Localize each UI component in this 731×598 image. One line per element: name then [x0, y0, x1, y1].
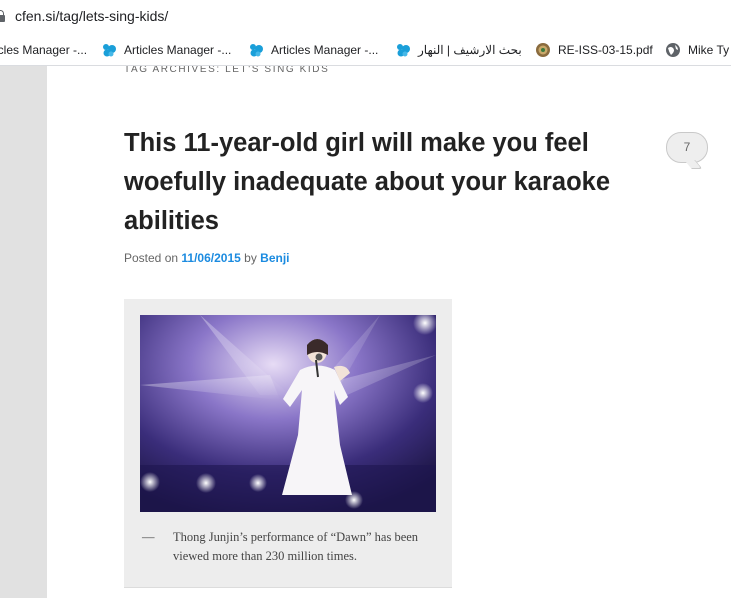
bookmark-label: Mike Ty [688, 43, 730, 57]
globe-icon [666, 43, 680, 57]
comments-count-bubble[interactable]: 7 [666, 132, 708, 163]
bookmark-label: icles Manager -... [0, 43, 88, 57]
comments-count[interactable]: 7 [684, 140, 691, 154]
bookmark-item-annahar-archive[interactable]: بحث الارشيف | النهار [395, 41, 522, 59]
caption-text: Thong Junjin’s performance of “Dawn” has… [173, 530, 419, 563]
cloud-bird-icon [250, 44, 263, 57]
seal-icon [536, 43, 550, 57]
by-label: by [244, 251, 257, 265]
bookmark-label: RE-ISS-03-15.pdf [558, 43, 653, 57]
bookmark-item-articles-manager-2[interactable]: Articles Manager -... [101, 41, 231, 59]
photo-caption: — Thong Junjin’s performance of “Dawn” h… [142, 528, 442, 566]
post-title[interactable]: This 11-year-old girl will make you feel… [124, 124, 644, 241]
blog-page: TAG ARCHIVES: LET'S SING KIDS This 11-ye… [47, 66, 731, 598]
cloud-bird-icon [397, 44, 410, 57]
post-figure: — Thong Junjin’s performance of “Dawn” h… [124, 299, 452, 588]
bookmark-item-mike-ty[interactable]: Mike Ty [665, 41, 729, 59]
post-photo[interactable] [140, 315, 436, 512]
post-meta: Posted on 11/06/2015 by Benji [124, 251, 290, 265]
bookmark-label: Articles Manager -... [271, 43, 379, 57]
bookmarks-bar: icles Manager -... Articles Manager -...… [0, 35, 731, 66]
bookmark-label: بحث الارشيف | النهار [418, 43, 522, 57]
bookmark-item-pdf[interactable]: RE-ISS-03-15.pdf [535, 41, 653, 59]
address-bar[interactable]: cfen.si/tag/lets-sing-kids/ [0, 0, 731, 35]
tag-archives-header: TAG ARCHIVES: LET'S SING KIDS [124, 66, 330, 75]
posted-on-label: Posted on [124, 251, 179, 265]
bookmark-item-articles-manager-1[interactable]: icles Manager -... [0, 41, 87, 59]
url-text[interactable]: cfen.si/tag/lets-sing-kids/ [15, 8, 168, 24]
left-margin-strip [0, 66, 47, 598]
author-link[interactable]: Benji [260, 251, 289, 265]
bookmark-label: Articles Manager -... [124, 43, 232, 57]
cloud-bird-icon [103, 44, 116, 57]
bookmark-item-articles-manager-3[interactable]: Articles Manager -... [248, 41, 378, 59]
lock-icon[interactable] [0, 10, 5, 22]
caption-dash: — [142, 530, 155, 544]
post-date-link[interactable]: 11/06/2015 [181, 251, 240, 265]
